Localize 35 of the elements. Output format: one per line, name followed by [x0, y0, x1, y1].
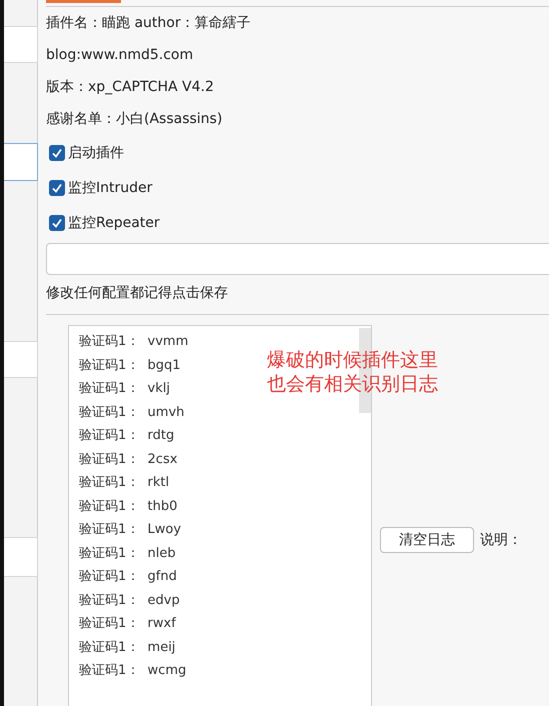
info-text: 版本：xp_CAPTCHA V4.2	[46, 78, 215, 97]
log-entry: 验证码1： gfnd	[79, 568, 177, 586]
log-entry: 验证码1： 2csx	[79, 450, 178, 468]
checkbox-label[interactable]: 启动插件	[68, 144, 124, 162]
log-entry: 验证码1： rdtg	[79, 427, 174, 445]
side-field[interactable]	[4, 26, 38, 63]
log-entry: 验证码1： meij	[79, 638, 176, 656]
note-label: 说明：	[480, 531, 522, 549]
log-entry: 验证码1： edvp	[79, 592, 180, 610]
checkbox-label[interactable]: 监控Repeater	[68, 214, 160, 232]
log-entry: 验证码1： thb0	[79, 498, 178, 516]
log-entry: 验证码1： rktl	[79, 474, 170, 492]
log-entry: 验证码1： Lwoy	[79, 521, 182, 539]
save-hint: 修改任何配置都记得点击保存	[46, 284, 229, 302]
annotation-text: 也会有相关识别日志	[267, 372, 438, 396]
info-text: 插件名：瞄跑 author：算命縖子	[46, 14, 252, 33]
checkbox[interactable]	[49, 180, 65, 196]
side-field[interactable]	[4, 143, 38, 181]
log-entry: 验证码1： vklj	[79, 380, 170, 398]
annotation-text: 爆破的时候插件这里	[267, 348, 438, 372]
checkbox[interactable]	[49, 214, 65, 230]
side-field[interactable]	[4, 537, 38, 577]
info-text: blog:www.nmd5.com	[46, 46, 194, 65]
side-field[interactable]	[4, 341, 38, 378]
checkbox[interactable]	[49, 144, 65, 160]
log-entry: 验证码1： nleb	[79, 544, 176, 562]
log-entry: 验证码1： rwxf	[79, 615, 176, 633]
checkbox-label[interactable]: 监控Intruder	[68, 178, 152, 196]
log-entry: 验证码1： bgq1	[79, 356, 181, 374]
input-field[interactable]	[46, 243, 549, 275]
clear-log-button[interactable]: 清空日志	[380, 527, 474, 553]
log-entry: 验证码1： vvmm	[79, 333, 188, 351]
log-entry: 验证码1： wcmg	[79, 662, 186, 680]
log-entry: 验证码1： umvh	[79, 404, 184, 422]
info-text: 感谢名单：小白(Assassins)	[46, 110, 224, 129]
